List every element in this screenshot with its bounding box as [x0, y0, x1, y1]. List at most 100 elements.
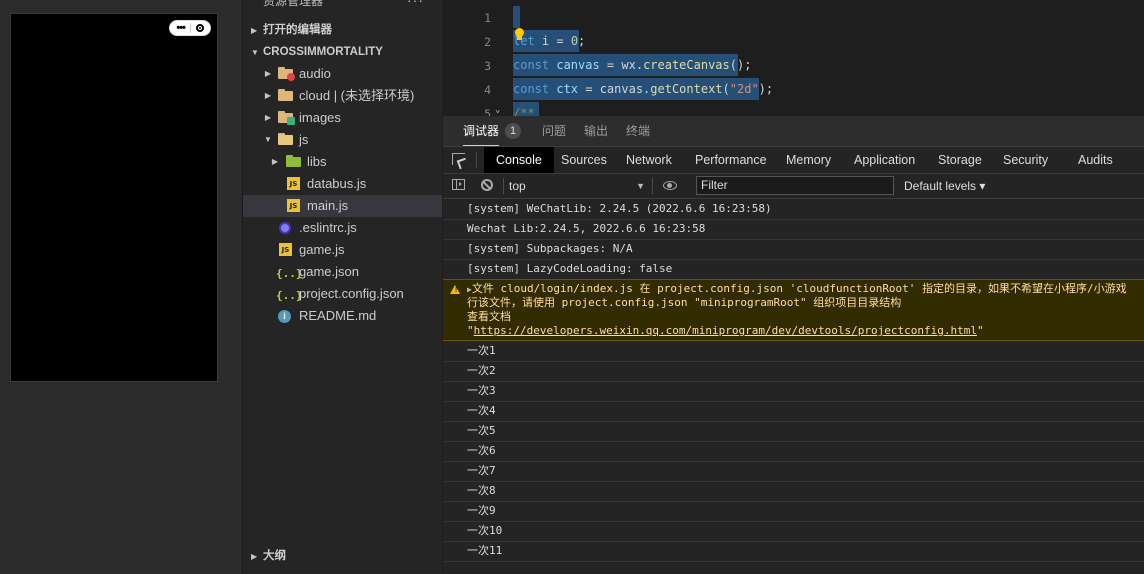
warning-line: 行该文件，请使用 project.config.json "miniprogra… — [467, 296, 902, 309]
tree-item-js[interactable]: ▼ js — [243, 129, 442, 151]
tree-item-cloud[interactable]: ▶ cloud | (未选择环境) — [243, 85, 442, 107]
tree-item-game-js[interactable]: JS game.js — [243, 239, 442, 261]
tab-debugger[interactable]: 调试器 — [463, 116, 500, 146]
code-line-5: /** — [513, 106, 535, 116]
divider — [503, 178, 504, 194]
tree-item-databus[interactable]: JS databus.js — [243, 173, 442, 195]
context-select[interactable]: top ▼ — [509, 176, 645, 196]
tree-item-label: README.md — [299, 308, 377, 323]
chevron-right-icon: ▶ — [251, 552, 258, 561]
tab-memory[interactable]: Memory — [786, 147, 831, 173]
selection-highlight — [513, 6, 520, 28]
console-output[interactable]: [system] WeChatLib: 2.24.5 (2022.6.6 16:… — [443, 199, 1144, 574]
capsule-menu[interactable]: ••• — [169, 20, 211, 36]
tab-audits[interactable]: Audits — [1078, 147, 1113, 173]
tree-item-libs[interactable]: ▶ libs — [243, 151, 442, 173]
tree-item-project-config[interactable]: {..} project.config.json — [243, 283, 442, 305]
console-log: 一次1 — [443, 341, 1144, 362]
tab-terminal[interactable]: 终端 — [626, 116, 650, 146]
chevron-down-icon: ▼ — [251, 48, 259, 57]
line-number: 3 — [484, 59, 491, 73]
tree-item-label: js — [299, 132, 309, 147]
warning-icon — [450, 285, 460, 294]
console-log: 一次5 — [443, 421, 1144, 442]
phone-screen[interactable]: ••• — [10, 13, 218, 382]
tab-problems[interactable]: 问题 — [542, 116, 566, 146]
folder-libs-icon — [286, 155, 301, 167]
target-close-icon[interactable] — [195, 24, 204, 32]
more-actions-icon[interactable]: ··· — [407, 0, 424, 8]
console-log: 一次10 — [443, 521, 1144, 542]
show-sidebar-icon[interactable] — [452, 179, 465, 190]
console-message: Wechat Lib:2.24.5, 2022.6.6 16:23:58 — [443, 219, 1144, 240]
console-message: [system] Subpackages: N/A — [443, 239, 1144, 260]
console-log: 一次4 — [443, 401, 1144, 422]
js-file-icon: JS — [287, 177, 300, 190]
tab-console[interactable]: Console — [484, 147, 554, 173]
tree-item-audio[interactable]: ▶ audio — [243, 63, 442, 85]
js-file-icon: JS — [287, 199, 300, 212]
console-message: [system] WeChatLib: 2.24.5 (2022.6.6 16:… — [443, 199, 1144, 220]
chevron-right-icon: ▶ — [264, 113, 272, 122]
tree-item-game-json[interactable]: {..} game.json — [243, 261, 442, 283]
lightbulb-icon[interactable] — [514, 28, 525, 41]
outline-section[interactable]: ▶ 大纲 — [243, 545, 442, 567]
tab-security[interactable]: Security — [1003, 147, 1048, 173]
console-log: 一次6 — [443, 441, 1144, 462]
file-explorer: 资源管理器 ··· ▶ 打开的编辑器 ▼ CROSSIMMORTALITY ▶ au… — [243, 0, 442, 574]
fold-chevron-icon[interactable]: ⌄ — [495, 105, 500, 115]
folder-images-icon — [278, 111, 295, 125]
more-dots-icon[interactable]: ••• — [176, 23, 186, 34]
tree-item-eslintrc[interactable]: .eslintrc.js — [243, 217, 442, 239]
docs-link[interactable]: https://developers.weixin.qq.com/minipro… — [474, 324, 977, 337]
clear-console-icon[interactable] — [481, 179, 493, 191]
console-log: 一次3 — [443, 381, 1144, 402]
folder-audio-icon — [278, 67, 295, 81]
line-number: 2 — [484, 35, 491, 49]
console-log: 一次2 — [443, 361, 1144, 382]
line-number: 1 — [484, 11, 491, 25]
tree-item-label: databus.js — [307, 176, 367, 191]
tab-network[interactable]: Network — [626, 147, 672, 173]
tab-performance[interactable]: Performance — [695, 147, 767, 173]
capsule-divider — [189, 23, 191, 33]
tab-storage[interactable]: Storage — [938, 147, 982, 173]
line-number: 5 — [484, 107, 491, 116]
tab-output[interactable]: 输出 — [584, 116, 608, 146]
chevron-down-icon: ▼ — [264, 135, 272, 144]
code-line-3: const canvas = wx.createCanvas(); — [513, 58, 752, 72]
tree-item-label: cloud | (未选择环境) — [299, 88, 415, 103]
live-expression-eye-icon[interactable] — [663, 181, 677, 190]
log-levels-dropdown[interactable]: Default levels ▾ — [904, 174, 985, 198]
tree-item-label: project.config.json — [299, 286, 404, 301]
js-file-icon: JS — [279, 243, 292, 256]
tree-item-main-js[interactable]: JS main.js — [243, 195, 442, 217]
project-name: CROSSIMMORTALITY — [263, 46, 383, 58]
tree-item-label: .eslintrc.js — [299, 220, 357, 235]
simulator-panel: ••• — [0, 0, 242, 574]
inspect-element-icon[interactable] — [452, 153, 465, 165]
chevron-right-icon: ▶ — [264, 69, 272, 78]
divider — [652, 178, 653, 194]
console-log: 一次8 — [443, 481, 1144, 502]
open-editors-section[interactable]: ▶ 打开的编辑器 — [243, 19, 442, 41]
warning-line: "https://developers.weixin.qq.com/minipr… — [467, 324, 984, 337]
line-number: 4 — [484, 83, 491, 97]
code-editor[interactable]: 1 2 3 4 5 ⌄ let i = 0; const canvas = wx… — [443, 0, 1144, 116]
tab-sources[interactable]: Sources — [561, 147, 607, 173]
project-section[interactable]: ▼ CROSSIMMORTALITY — [243, 41, 442, 63]
console-toolbar: top ▼ Filter Default levels ▾ — [443, 174, 1144, 199]
tree-item-images[interactable]: ▶ images — [243, 107, 442, 129]
console-log: 一次9 — [443, 501, 1144, 522]
tree-item-readme[interactable]: i README.md — [243, 305, 442, 327]
folder-open-icon — [278, 133, 293, 145]
folder-cloud-icon — [278, 89, 293, 101]
chevron-right-icon: ▶ — [271, 157, 279, 166]
console-log: 一次11 — [443, 541, 1144, 562]
explorer-title: 资源管理器 — [263, 0, 324, 8]
tree-item-label: game.json — [299, 264, 359, 279]
tab-application[interactable]: Application — [854, 147, 915, 173]
filter-input[interactable]: Filter — [696, 176, 894, 195]
divider — [476, 152, 477, 168]
devtools-tabbar: 调试器 1 问题 输出 终端 — [443, 116, 1144, 147]
